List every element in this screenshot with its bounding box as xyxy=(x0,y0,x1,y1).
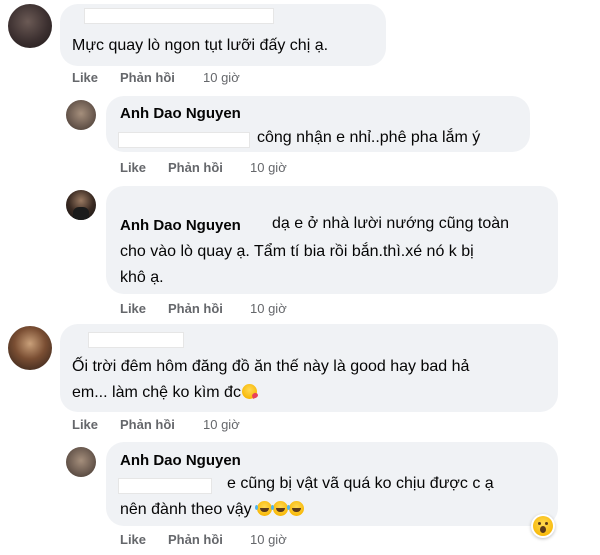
laughing-emoji-icon xyxy=(255,501,273,516)
comment-text: cho vào lò quay ạ. Tẩm tí bia rồi bắn.th… xyxy=(120,243,474,260)
like-button[interactable]: Like xyxy=(120,160,168,175)
timestamp[interactable]: 10 giờ xyxy=(203,417,240,432)
author-name[interactable]: Anh Dao Nguyen xyxy=(120,452,241,469)
comment-actions: Like Phản hồi 10 giờ xyxy=(72,70,240,85)
author-name[interactable]: Anh Dao Nguyen xyxy=(120,217,241,234)
timestamp[interactable]: 10 giờ xyxy=(250,160,287,175)
comment-text-with-emoji: nên đành theo vậy xyxy=(120,498,305,522)
laughing-emoji-icon xyxy=(287,501,305,516)
timestamp[interactable]: 10 giờ xyxy=(203,70,240,85)
comment-text-with-emoji: em... làm chệ ko kìm đc xyxy=(72,381,257,405)
redacted-name xyxy=(84,8,274,24)
like-button[interactable]: Like xyxy=(120,301,168,316)
avatar[interactable] xyxy=(66,190,96,220)
comment-text: Mực quay lò ngon tụt lưỡi đấy chị ạ. xyxy=(72,37,329,54)
author-name[interactable]: Anh Dao Nguyen xyxy=(120,105,241,122)
reply-button[interactable]: Phản hồi xyxy=(120,70,203,85)
laughing-emoji-icon xyxy=(271,501,289,516)
comment-text: khô ạ. xyxy=(120,269,164,286)
timestamp[interactable]: 10 giờ xyxy=(250,301,287,316)
avatar[interactable] xyxy=(66,100,96,130)
reply-button[interactable]: Phản hồi xyxy=(168,532,250,547)
redacted-name xyxy=(118,478,212,494)
like-button[interactable]: Like xyxy=(72,70,120,85)
wow-face-icon xyxy=(533,516,553,536)
avatar[interactable] xyxy=(8,4,52,48)
like-button[interactable]: Like xyxy=(120,532,168,547)
comment-text: nên đành theo vậy xyxy=(120,501,252,518)
like-button[interactable]: Like xyxy=(72,417,120,432)
comment-actions: Like Phản hồi 10 giờ xyxy=(72,417,240,432)
reply-button[interactable]: Phản hồi xyxy=(120,417,203,432)
avatar[interactable] xyxy=(8,326,52,370)
reply-button[interactable]: Phản hồi xyxy=(168,160,250,175)
redacted-name xyxy=(88,332,184,348)
comment-text: e cũng bị vật vã quá ko chịu được c ạ xyxy=(227,475,494,492)
timestamp[interactable]: 10 giờ xyxy=(250,532,287,547)
reply-button[interactable]: Phản hồi xyxy=(168,301,250,316)
comment-text: dạ e ở nhà lười nướng cũng toàn xyxy=(272,215,510,232)
comment-actions: Like Phản hồi 10 giờ xyxy=(120,160,287,175)
kiss-emoji-icon xyxy=(241,384,257,399)
comment-text: Ối trời đêm hôm đăng đồ ăn thế này là go… xyxy=(72,358,470,375)
avatar[interactable] xyxy=(66,447,96,477)
wow-reaction-icon[interactable] xyxy=(531,514,555,538)
comment-actions: Like Phản hồi 10 giờ xyxy=(120,301,287,316)
comment-text: em... làm chệ ko kìm đc xyxy=(72,384,241,401)
comment-text: công nhận e nhỉ..phê pha lắm ý xyxy=(257,129,481,146)
comment-actions: Like Phản hồi 10 giờ xyxy=(120,532,287,547)
redacted-name xyxy=(118,132,250,148)
